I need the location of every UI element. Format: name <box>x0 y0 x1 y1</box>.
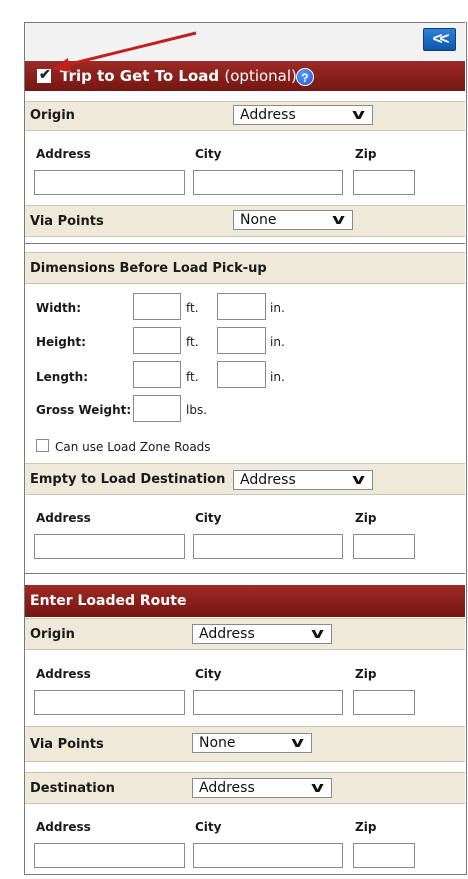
annotation-arrow-icon <box>52 31 197 72</box>
